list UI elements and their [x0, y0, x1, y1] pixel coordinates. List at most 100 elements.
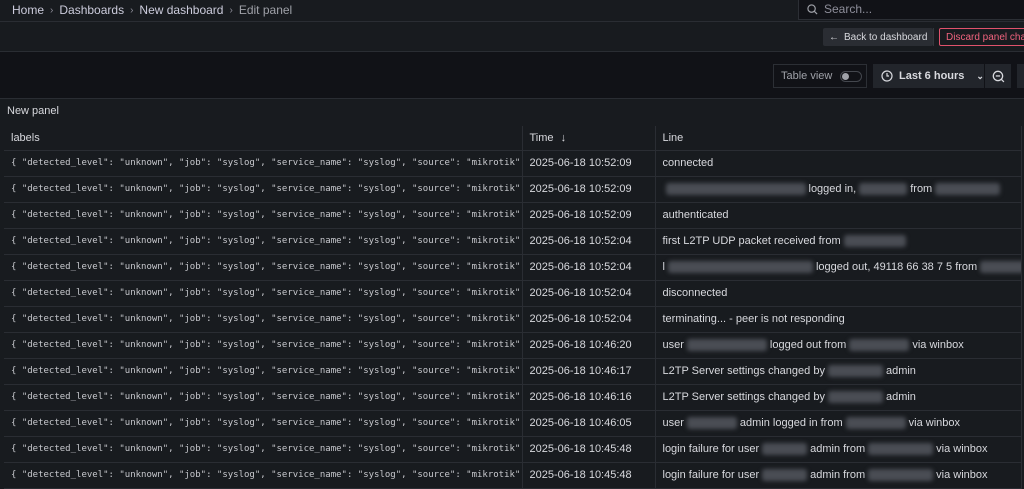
- redacted-text: [762, 469, 808, 482]
- search-icon: [807, 3, 818, 15]
- table-row[interactable]: { "detected_level": "unknown", "job": "s…: [4, 280, 1022, 307]
- labels-cell: { "detected_level": "unknown", "job": "s…: [4, 176, 522, 203]
- labels-cell: { "detected_level": "unknown", "job": "s…: [4, 202, 522, 229]
- table-row[interactable]: { "detected_level": "unknown", "job": "s…: [4, 176, 1022, 203]
- time-cell: 2025-06-18 10:52:04: [521, 254, 655, 281]
- chevron-right-icon: ›: [50, 4, 54, 16]
- line-text: via winbox: [912, 338, 964, 351]
- line-text: admin: [885, 364, 916, 377]
- line-text: first L2TP UDP packet received from: [662, 234, 841, 247]
- redacted-text: [827, 365, 883, 378]
- search-input[interactable]: Search...: [798, 0, 1024, 20]
- redacted-text: [667, 261, 813, 274]
- zoom-out-button[interactable]: [985, 64, 1011, 88]
- back-to-dashboard-button[interactable]: ← Back to dashboard: [823, 28, 934, 46]
- line-cell: terminating... - peer is not responding: [654, 306, 1022, 333]
- line-text: admin: [885, 390, 916, 403]
- time-cell: 2025-06-18 10:46:05: [521, 410, 655, 437]
- table-row[interactable]: { "detected_level": "unknown", "job": "s…: [4, 358, 1022, 385]
- table-row[interactable]: { "detected_level": "unknown", "job": "s…: [4, 462, 1022, 489]
- zoom-out-icon: [992, 70, 1004, 82]
- table-row[interactable]: { "detected_level": "unknown", "job": "s…: [4, 254, 1022, 281]
- line-cell: L2TP Server settings changed by admin: [654, 358, 1022, 385]
- column-header-time[interactable]: Time ↓: [521, 126, 655, 151]
- labels-cell: { "detected_level": "unknown", "job": "s…: [4, 436, 522, 463]
- labels-cell: { "detected_level": "unknown", "job": "s…: [4, 306, 522, 333]
- time-cell: 2025-06-18 10:52:09: [521, 176, 655, 203]
- table-view-toggle[interactable]: Table view: [773, 64, 867, 88]
- chevron-right-icon: ›: [130, 4, 134, 16]
- labels-cell: { "detected_level": "unknown", "job": "s…: [4, 462, 522, 489]
- clock-icon: [881, 70, 893, 82]
- column-header-line[interactable]: Line: [654, 126, 1022, 151]
- line-text: l: [662, 260, 665, 273]
- line-cell: login failure for user admin from via winb…: [654, 462, 1022, 489]
- chevron-down-icon: ⌄: [976, 70, 984, 81]
- redacted-text: [827, 391, 883, 404]
- line-text: logged in,: [808, 182, 857, 195]
- time-cell: 2025-06-18 10:45:48: [521, 462, 655, 489]
- line-text: authenticated: [662, 209, 729, 221]
- table-row[interactable]: { "detected_level": "unknown", "job": "s…: [4, 150, 1022, 177]
- breadcrumb-new-dashboard[interactable]: New dashboard: [139, 3, 223, 17]
- line-cell: disconnected: [654, 280, 1022, 307]
- line-cell: L2TP Server settings changed by admin: [654, 384, 1022, 411]
- logs-table: labels Time ↓ Line { "detected_level": "…: [4, 126, 1022, 489]
- line-text: disconnected: [662, 287, 728, 299]
- line-text: terminating... - peer is not responding: [662, 313, 845, 325]
- table-row[interactable]: { "detected_level": "unknown", "job": "s…: [4, 332, 1022, 359]
- line-cell: user admin logged in from via winbox: [654, 410, 1022, 437]
- line-text: connected: [662, 157, 714, 169]
- refresh-button[interactable]: [1017, 64, 1024, 88]
- line-text: L2TP Server settings changed by: [662, 390, 825, 403]
- breadcrumb-home[interactable]: Home: [12, 3, 44, 17]
- toolbar-divider: [933, 28, 934, 46]
- table-row[interactable]: { "detected_level": "unknown", "job": "s…: [4, 306, 1022, 333]
- column-header-labels[interactable]: labels: [4, 126, 522, 151]
- chevron-right-icon: ›: [229, 4, 233, 16]
- line-text: admin from: [810, 468, 866, 481]
- table-row[interactable]: { "detected_level": "unknown", "job": "s…: [4, 410, 1022, 437]
- line-cell: logged in, from: [654, 176, 1022, 203]
- line-text: admin from: [810, 442, 866, 455]
- top-bar: Home › Dashboards › New dashboard › Edit pa…: [0, 0, 1024, 22]
- time-cell: 2025-06-18 10:46:16: [521, 384, 655, 411]
- time-cell: 2025-06-18 10:46:17: [521, 358, 655, 385]
- search-placeholder: Search...: [824, 2, 873, 16]
- labels-cell: { "detected_level": "unknown", "job": "s…: [4, 280, 522, 307]
- table-row[interactable]: { "detected_level": "unknown", "job": "s…: [4, 384, 1022, 411]
- labels-cell: { "detected_level": "unknown", "job": "s…: [4, 410, 522, 437]
- line-cell: user logged out from via winbox: [654, 332, 1022, 359]
- labels-cell: { "detected_level": "unknown", "job": "s…: [4, 332, 522, 359]
- time-cell: 2025-06-18 10:52:09: [521, 150, 655, 177]
- labels-cell: { "detected_level": "unknown", "job": "s…: [4, 228, 522, 255]
- table-row[interactable]: { "detected_level": "unknown", "job": "s…: [4, 436, 1022, 463]
- table-row[interactable]: { "detected_level": "unknown", "job": "s…: [4, 228, 1022, 255]
- redacted-text: [843, 235, 906, 248]
- redacted-text: [980, 261, 1021, 274]
- labels-cell: { "detected_level": "unknown", "job": "s…: [4, 384, 522, 411]
- line-text: login failure for user: [662, 442, 760, 455]
- time-cell: 2025-06-18 10:52:04: [521, 280, 655, 307]
- redacted-text: [849, 339, 910, 352]
- table-row[interactable]: { "detected_level": "unknown", "job": "s…: [4, 202, 1022, 229]
- time-range-picker[interactable]: Last 6 hours ⌄: [873, 64, 984, 88]
- redacted-text: [845, 417, 906, 430]
- line-cell: authenticated: [654, 202, 1022, 229]
- time-cell: 2025-06-18 10:46:20: [521, 332, 655, 359]
- line-cell: login failure for user admin from via winb…: [654, 436, 1022, 463]
- redacted-text: [935, 183, 1001, 196]
- time-cell: 2025-06-18 10:52:04: [521, 306, 655, 333]
- line-text: L2TP Server settings changed by: [662, 364, 825, 377]
- labels-cell: { "detected_level": "unknown", "job": "s…: [4, 358, 522, 385]
- time-cell: 2025-06-18 10:52:04: [521, 228, 655, 255]
- time-cell: 2025-06-18 10:52:09: [521, 202, 655, 229]
- discard-panel-changes-button[interactable]: Discard panel changes: [939, 28, 1024, 46]
- line-cell: llogged out, 49118 66 38 7 5 from...: [654, 254, 1022, 281]
- toggle-switch[interactable]: [840, 70, 863, 82]
- breadcrumb-dashboards[interactable]: Dashboards: [59, 3, 124, 17]
- line-text: user: [662, 416, 684, 429]
- redacted-text: [686, 339, 767, 352]
- line-text: logged out, 49118 66 38 7 5 from: [815, 260, 978, 273]
- breadcrumb-edit-panel: Edit panel: [238, 3, 293, 17]
